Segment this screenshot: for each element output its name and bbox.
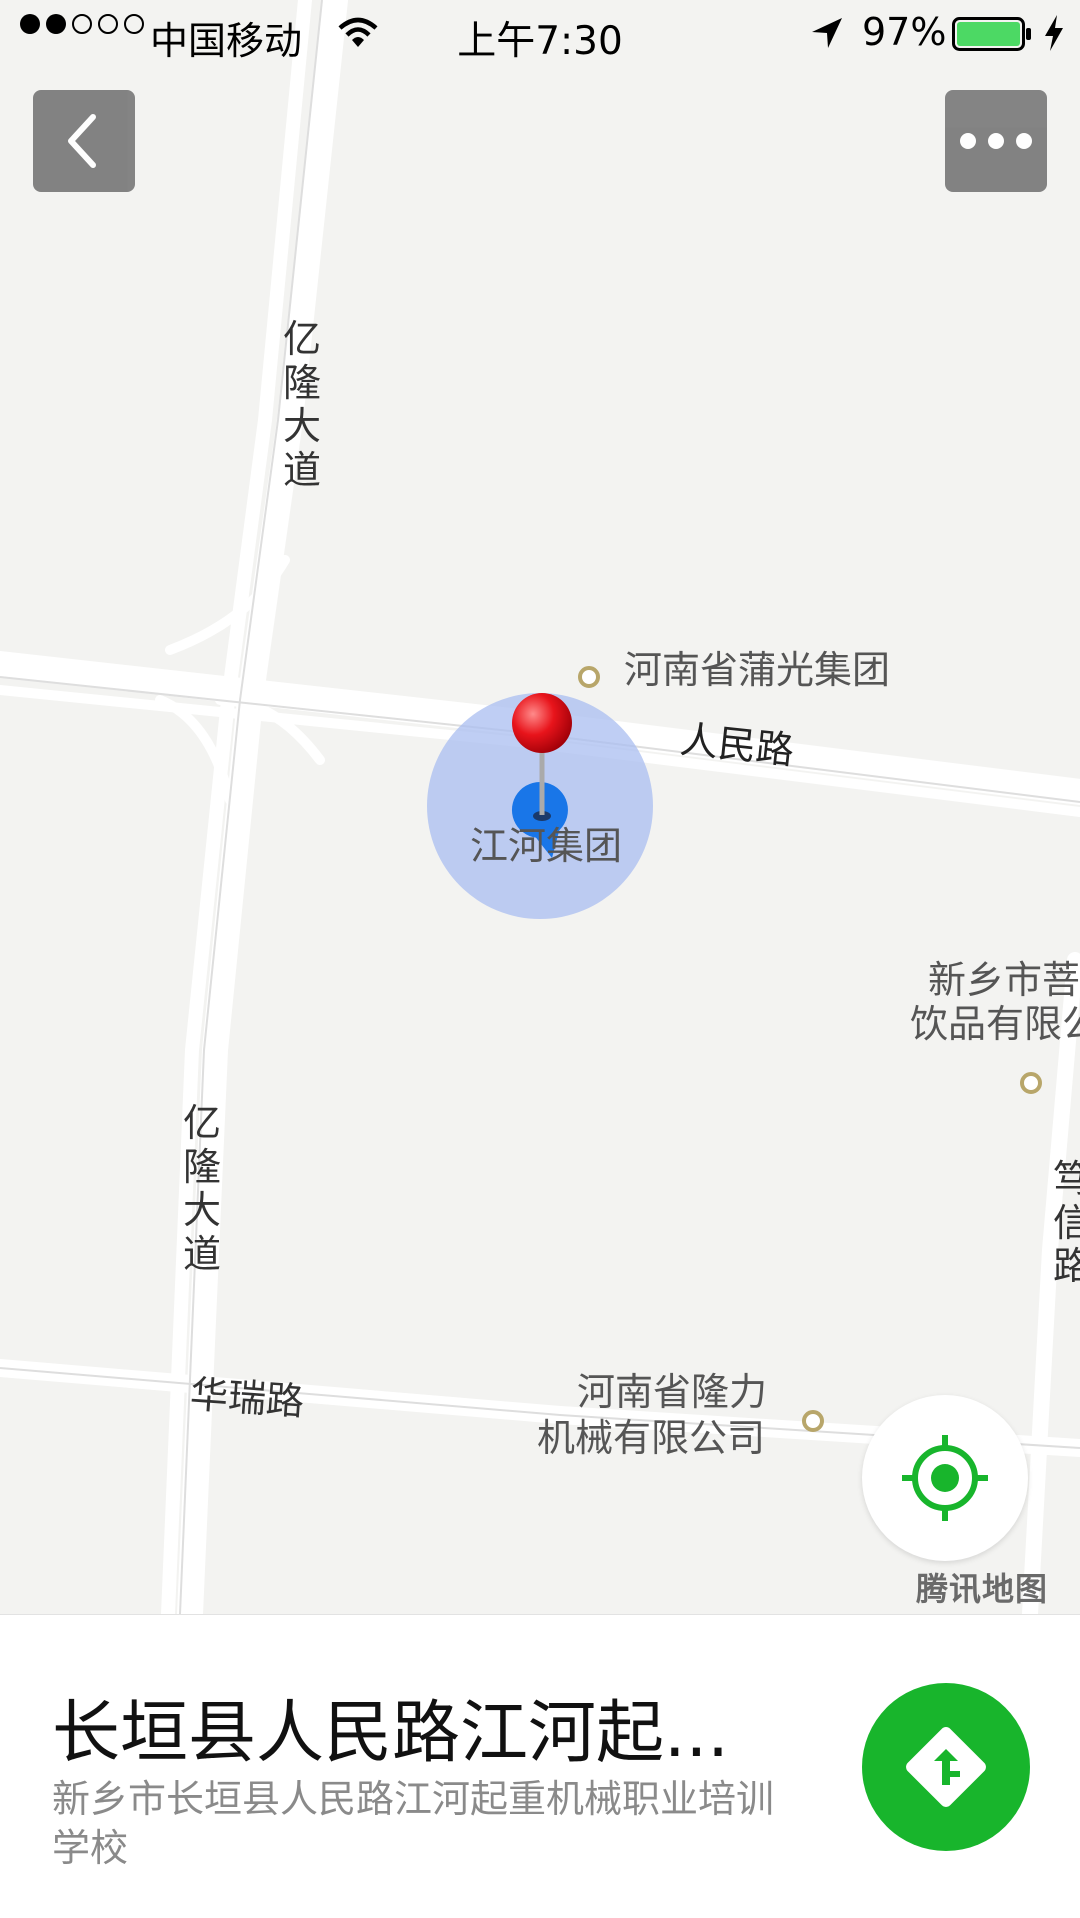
- back-button[interactable]: [33, 90, 135, 192]
- poi-label-jianghe[interactable]: 江河集团: [470, 825, 622, 868]
- location-info-panel: 长垣县人民路江河起... 新乡市长垣县人民路江河起重机械职业培训学校: [0, 1614, 1080, 1918]
- more-dots-icon: [960, 133, 1032, 149]
- pin-head: [512, 693, 572, 753]
- place-title: 长垣县人民路江河起...: [52, 1694, 729, 1773]
- battery-icon: [952, 17, 1031, 51]
- battery-percentage: 97%: [862, 10, 947, 54]
- map-view[interactable]: 亿隆大道 亿隆大道 人民路 华瑞路 笃信路 河南省蒲光集团 新乡市菩 饮品有限公…: [0, 0, 1080, 1614]
- more-button[interactable]: [945, 90, 1047, 192]
- place-address: 新乡市长垣县人民路江河起重机械职业培训学校: [52, 1777, 775, 1871]
- route-arrow-icon: [906, 1727, 986, 1807]
- locate-me-button[interactable]: [862, 1395, 1028, 1561]
- map-provider-logo: 腾讯地图: [916, 1570, 1049, 1608]
- location-arrow-icon: [812, 18, 842, 48]
- locate-target-icon: [902, 1435, 988, 1521]
- status-bar: 中国移动 上午7:30 97%: [0, 0, 1080, 66]
- chevron-left-icon: [68, 114, 96, 168]
- location-overlay: [427, 693, 653, 919]
- charging-bolt-icon: [1045, 15, 1063, 51]
- route-button[interactable]: [862, 1683, 1030, 1851]
